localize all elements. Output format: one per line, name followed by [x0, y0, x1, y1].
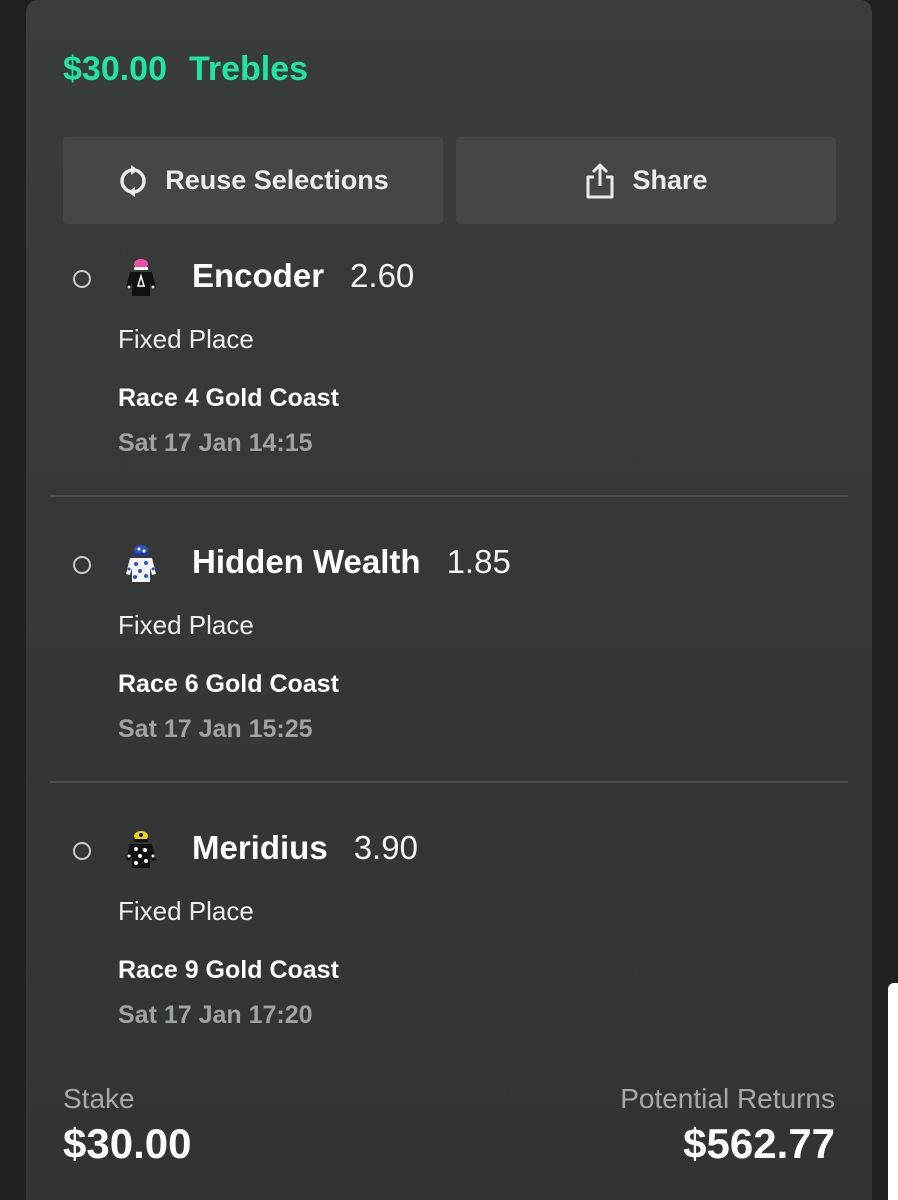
- runner-line: Meridius 3.90: [192, 829, 418, 867]
- market-type: Fixed Place: [118, 896, 254, 926]
- jockey-silk-black-white-spots-icon: [124, 830, 158, 870]
- selection-item: Hidden Wealth 1.85 Fixed Place Race 6 Go…: [26, 526, 872, 776]
- bet-type: Trebles: [189, 50, 309, 88]
- divider: [50, 495, 848, 497]
- runner-odds: 2.60: [350, 257, 415, 294]
- reuse-selections-button[interactable]: Reuse Selections: [63, 137, 443, 224]
- reuse-selections-label: Reuse Selections: [165, 165, 389, 195]
- selection-radio[interactable]: [73, 842, 91, 860]
- race-time: Sat 17 Jan 15:25: [118, 715, 313, 743]
- refresh-icon: [117, 164, 149, 198]
- selection-item: Encoder 2.60 Fixed Place Race 4 Gold Coa…: [26, 240, 872, 490]
- share-button[interactable]: Share: [456, 137, 836, 224]
- bet-header: $30.00 Trebles: [63, 50, 308, 89]
- jockey-silk-black-pink-icon: [124, 258, 158, 298]
- race-name: Race 9 Gold Coast: [118, 956, 339, 984]
- potential-returns-value: $562.77: [683, 1120, 835, 1167]
- runner-odds: 3.90: [353, 829, 418, 866]
- race-name: Race 6 Gold Coast: [118, 670, 339, 698]
- share-icon: [584, 163, 616, 198]
- runner-name: Meridius: [192, 829, 328, 866]
- stake-value: $30.00: [63, 1120, 192, 1167]
- race-time: Sat 17 Jan 17:20: [118, 1001, 313, 1029]
- runner-name: Hidden Wealth: [192, 543, 421, 580]
- runner-line: Encoder 2.60: [192, 257, 414, 295]
- divider: [50, 781, 848, 783]
- runner-line: Hidden Wealth 1.85: [192, 543, 511, 581]
- market-type: Fixed Place: [118, 324, 254, 354]
- race-name: Race 4 Gold Coast: [118, 384, 339, 412]
- bet-card: $30.00 Trebles Reuse Selections Share En…: [26, 0, 872, 1200]
- market-type: Fixed Place: [118, 610, 254, 640]
- selection-item: Meridius 3.90 Fixed Place Race 9 Gold Co…: [26, 812, 872, 1062]
- race-time: Sat 17 Jan 14:15: [118, 429, 313, 457]
- potential-returns-label: Potential Returns: [620, 1083, 835, 1114]
- selection-radio[interactable]: [73, 556, 91, 574]
- jockey-silk-white-blue-icon: [124, 544, 158, 584]
- share-label: Share: [632, 165, 708, 195]
- runner-name: Encoder: [192, 257, 325, 294]
- stake-label: Stake: [63, 1083, 135, 1114]
- runner-odds: 1.85: [446, 543, 511, 580]
- selection-radio[interactable]: [73, 270, 91, 288]
- scroll-indicator[interactable]: [888, 983, 898, 1200]
- bet-amount: $30.00: [63, 50, 167, 88]
